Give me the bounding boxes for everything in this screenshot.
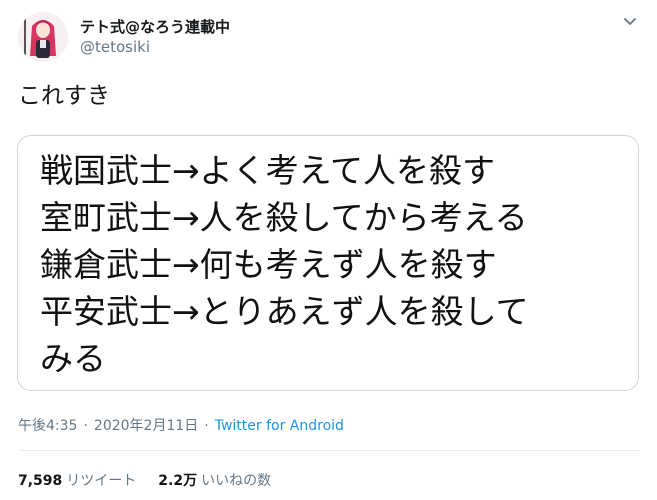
likes-label: いいねの数: [201, 473, 272, 489]
display-name[interactable]: テト式@なろう連載中: [80, 16, 230, 37]
image-text-line: 戦国武士→よく考えて人を殺す: [40, 151, 496, 190]
retweets-label: リツイート: [66, 473, 137, 489]
retweets-stat[interactable]: 7,598 リツイート: [18, 473, 136, 489]
tweet-image[interactable]: 戦国武士→よく考えて人を殺す 室町武士→人を殺してから考える 鎌倉武士→何も考え…: [17, 135, 639, 391]
chevron-down-icon: [624, 18, 636, 25]
tweet-menu-button[interactable]: [618, 10, 642, 34]
likes-count: 2.2万: [158, 473, 198, 489]
avatar-image: [18, 12, 68, 62]
image-text-line: 室町武士→人を殺してから考える: [40, 198, 528, 237]
tweet-date[interactable]: 2020年2月11日: [94, 418, 198, 434]
tweet-stats: 7,598 リツイート 2.2万 いいねの数: [18, 470, 271, 490]
retweets-count: 7,598: [18, 473, 63, 489]
tweet-text: これすき: [18, 83, 110, 109]
meta-separator: ·: [204, 418, 209, 434]
tweet-time[interactable]: 午後4:35: [18, 418, 77, 434]
image-text: 戦国武士→よく考えて人を殺す 室町武士→人を殺してから考える 鎌倉武士→何も考え…: [40, 147, 625, 382]
image-text-line: 鎌倉武士→何も考えず人を殺す: [40, 245, 497, 284]
image-text-line: 平安武士→とりあえず人を殺して: [40, 292, 529, 331]
tweet-meta: 午後4:35 · 2020年2月11日 · Twitter for Android: [18, 415, 344, 435]
likes-stat[interactable]: 2.2万 いいねの数: [158, 473, 271, 489]
tweet-source-link[interactable]: Twitter for Android: [215, 418, 344, 434]
divider: [18, 450, 640, 451]
user-handle[interactable]: @tetosiki: [80, 38, 150, 56]
image-text-line: みる: [40, 339, 106, 378]
meta-separator: ·: [83, 418, 88, 434]
avatar[interactable]: [18, 12, 68, 62]
